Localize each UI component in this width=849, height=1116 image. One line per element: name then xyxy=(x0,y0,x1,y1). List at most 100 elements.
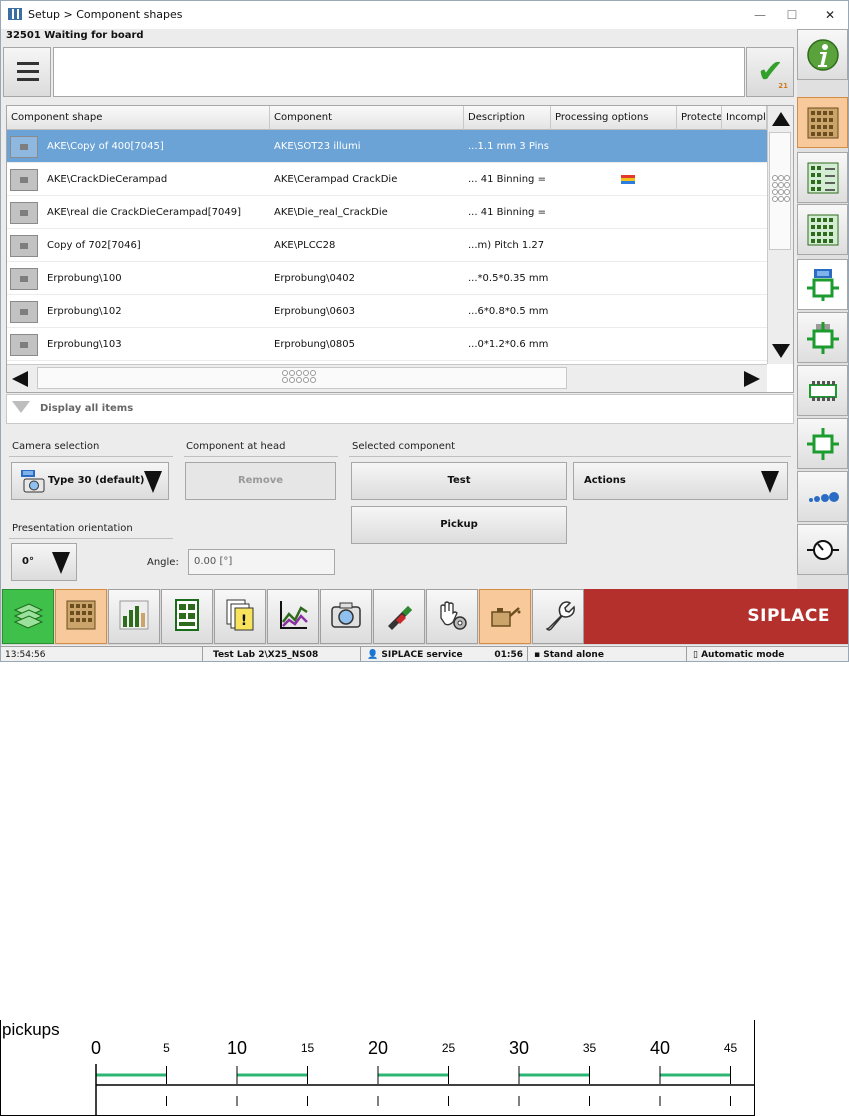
shape-thumbnail xyxy=(10,202,38,224)
component-list-button[interactable] xyxy=(797,152,848,203)
setup-button[interactable] xyxy=(55,589,107,644)
table-row[interactable]: Erprobung\100 Erprobung\0402 ...*0.5*0.3… xyxy=(7,262,767,295)
grip-dot xyxy=(303,377,309,383)
component-grid-button[interactable] xyxy=(797,97,848,148)
divider xyxy=(184,456,338,457)
column-header-description[interactable]: Description xyxy=(464,106,551,130)
camera-icon xyxy=(21,470,45,493)
user-cell: 👤 SIPLACE service 01:56 xyxy=(363,647,528,661)
vertical-scroll-thumb[interactable] xyxy=(769,132,791,250)
minimize-button[interactable]: — xyxy=(749,6,771,24)
shape-thumbnail xyxy=(10,268,38,290)
maximize-button[interactable]: ☐ xyxy=(781,6,803,24)
cell-component: AKE\PLCC28 xyxy=(274,240,336,251)
automatic-label: Automatic mode xyxy=(701,650,785,660)
machine-status: 32501 Waiting for board xyxy=(6,30,144,41)
pickup-button[interactable]: Pickup xyxy=(351,506,567,544)
column-header-component-shape[interactable]: Component shape xyxy=(7,106,270,130)
stacked-boards-icon xyxy=(13,603,44,629)
standalone-label: Stand alone xyxy=(543,650,604,660)
scroll-right-icon[interactable] xyxy=(744,371,760,387)
scroll-up-icon[interactable] xyxy=(772,112,790,126)
shape-thumbnail xyxy=(10,136,38,158)
alarms-button[interactable]: ! xyxy=(214,589,266,644)
processing-option-icon xyxy=(621,175,635,184)
close-button[interactable]: ✕ xyxy=(819,6,841,24)
orientation-dropdown[interactable]: 0° xyxy=(11,543,77,581)
table-row[interactable]: Erprobung\103 Erprobung\0805 ...0*1.2*0.… xyxy=(7,328,767,361)
window-title: Setup > Component shapes xyxy=(28,8,183,21)
dots-icon xyxy=(809,492,839,502)
angle-field[interactable]: 0.00 [°] xyxy=(188,549,335,575)
info-button[interactable] xyxy=(797,29,848,80)
remove-button[interactable]: Remove xyxy=(185,462,336,500)
bar-chart-icon xyxy=(119,600,149,630)
tools-button[interactable] xyxy=(532,589,584,644)
table-row[interactable]: AKE\Copy of 400[7045] AKE\SOT23 illumi .… xyxy=(7,130,767,163)
selected-component-label: Selected component xyxy=(352,441,456,452)
feeder-button[interactable] xyxy=(373,589,425,644)
table-row[interactable]: Erprobung\102 Erprobung\0603 ...6*0.8*0.… xyxy=(7,295,767,328)
list-grid-icon xyxy=(807,162,839,194)
maintenance-button[interactable] xyxy=(479,589,531,644)
statistics-button[interactable] xyxy=(108,589,160,644)
grip-dot xyxy=(289,370,295,376)
column-header-processing-options[interactable]: Processing options xyxy=(551,106,677,130)
pickup-timeline: pickups 0 5 10 15 20 25 30 35 40 45 xyxy=(0,1020,755,1116)
filter-bar[interactable]: Display all items xyxy=(6,394,794,424)
status-bar: 13:54:56 Test Lab 2\X25_NS08 👤 SIPLACE s… xyxy=(1,646,848,661)
gauge-button[interactable] xyxy=(797,524,848,575)
production-button[interactable] xyxy=(2,589,54,644)
line-name: Test Lab 2\X25_NS08 xyxy=(203,647,361,661)
component-outline-button[interactable] xyxy=(797,418,848,469)
test-button[interactable]: Test xyxy=(351,462,567,500)
shape-thumbnail xyxy=(10,301,38,323)
table-row[interactable]: AKE\real die CrackDieCerampad[7049] AKE\… xyxy=(7,196,767,229)
cell-shape: AKE\Copy of 400[7045] xyxy=(47,141,164,152)
grip-dot xyxy=(282,377,288,383)
camera-select-dropdown[interactable]: Type 30 (default) xyxy=(11,462,169,500)
mode-automatic: ▯ Automatic mode xyxy=(689,647,848,661)
scroll-left-icon[interactable] xyxy=(12,371,28,387)
camera-button[interactable] xyxy=(320,589,372,644)
tick-label: 30 xyxy=(509,1038,529,1058)
service-hand-button[interactable] xyxy=(426,589,478,644)
grip-dot xyxy=(784,196,790,202)
column-header-incomplete[interactable]: Incomple xyxy=(722,106,767,130)
tick-label: 10 xyxy=(227,1038,247,1058)
chevron-down-icon xyxy=(144,471,162,493)
command-input[interactable] xyxy=(53,47,745,97)
confirm-count: 21 xyxy=(778,82,788,90)
check-grid-icon xyxy=(807,214,839,246)
tick-label: 20 xyxy=(368,1038,388,1058)
component-shape-button[interactable] xyxy=(797,259,848,310)
app-icon xyxy=(8,8,22,20)
cell-description: ...1.1 mm 3 Pins xyxy=(468,141,549,152)
oil-can-icon xyxy=(491,607,521,627)
column-header-component[interactable]: Component xyxy=(270,106,464,130)
scroll-down-icon[interactable] xyxy=(772,344,790,358)
vertical-scrollbar[interactable] xyxy=(767,106,793,364)
component-check-button[interactable] xyxy=(797,204,848,255)
actions-dropdown[interactable]: Actions xyxy=(573,462,788,500)
component-body-button[interactable] xyxy=(797,312,848,363)
chevron-down-icon xyxy=(52,552,70,574)
cell-component: Erprobung\0603 xyxy=(274,306,355,317)
component-dots-button[interactable] xyxy=(797,471,848,522)
table-row[interactable]: AKE\CrackDieCerampad AKE\Cerampad CrackD… xyxy=(7,163,767,196)
horizontal-scroll-thumb[interactable] xyxy=(37,367,567,389)
cell-description: ... 41 Binning = 1 xyxy=(468,174,550,185)
nozzle-icon xyxy=(388,606,412,630)
confirm-button[interactable]: ✔ 21 xyxy=(746,47,794,97)
column-header-protected[interactable]: Protecte xyxy=(677,106,722,130)
cell-description: ...m) Pitch 1.27 xyxy=(468,240,545,251)
chevron-down-icon xyxy=(761,471,779,493)
component-leads-button[interactable] xyxy=(797,365,848,416)
table-row[interactable]: Copy of 702[7046] AKE\PLCC28 ...m) Pitch… xyxy=(7,229,767,262)
horizontal-scrollbar[interactable] xyxy=(7,364,767,392)
camera-selection-label: Camera selection xyxy=(12,441,100,452)
board-button[interactable] xyxy=(161,589,213,644)
menu-button[interactable] xyxy=(3,47,51,97)
svg-text:!: ! xyxy=(241,613,247,629)
trend-button[interactable] xyxy=(267,589,319,644)
